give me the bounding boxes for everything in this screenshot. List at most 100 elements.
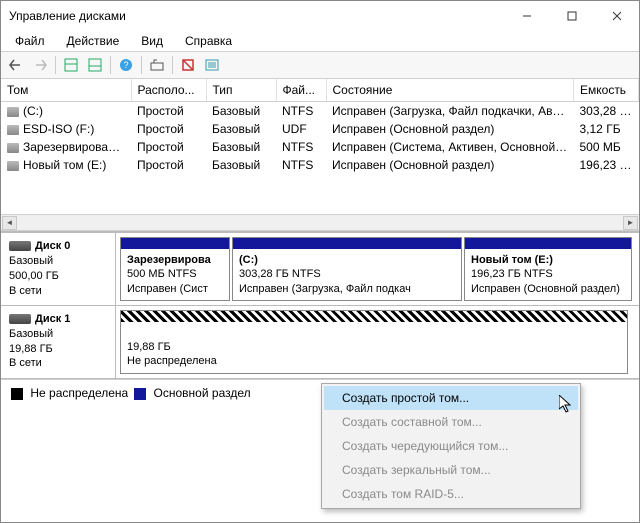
table-header-row: Том Располо... Тип Фай... Состояние Емко… xyxy=(1,79,639,102)
ctx-create-simple-volume[interactable]: Создать простой том... xyxy=(324,386,578,410)
partition-title: Зарезервирова xyxy=(127,254,211,266)
cell-type: Базовый xyxy=(206,138,276,156)
cell-layout: Простой xyxy=(131,138,206,156)
cell-layout: Простой xyxy=(131,102,206,121)
partitions: 19,88 ГБ Не распределена xyxy=(116,306,639,378)
disk-info[interactable]: Диск 1Базовый19,88 ГБВ сети xyxy=(1,306,116,378)
col-status[interactable]: Состояние xyxy=(326,79,574,102)
partition-size: 196,23 ГБ NTFS xyxy=(471,268,553,280)
disk-state: В сети xyxy=(9,356,107,371)
forward-button[interactable] xyxy=(29,54,51,76)
menu-help[interactable]: Справка xyxy=(175,32,242,50)
back-button[interactable] xyxy=(5,54,27,76)
partition-primary[interactable]: (C:)303,28 ГБ NTFSИсправен (Загрузка, Фа… xyxy=(232,237,462,301)
menu-view[interactable]: Вид xyxy=(131,32,173,50)
maximize-button[interactable] xyxy=(549,1,594,31)
disk-icon xyxy=(9,314,31,324)
table-row[interactable]: Новый том (E:)ПростойБазовыйNTFSИсправен… xyxy=(1,156,639,174)
scroll-right-icon[interactable]: ► xyxy=(623,216,638,230)
toolbar: ? xyxy=(1,51,639,79)
cell-type: Базовый xyxy=(206,120,276,138)
legend-primary: Основной раздел xyxy=(134,386,250,400)
col-capacity[interactable]: Емкость xyxy=(574,79,639,102)
volume-name: Зарезервировано... xyxy=(23,140,131,154)
partition-label: 19,88 ГБ Не распределена xyxy=(121,322,627,373)
table-row[interactable]: ESD-ISO (F:)ПростойБазовыйUDFИсправен (О… xyxy=(1,120,639,138)
disk-row: Диск 0Базовый500,00 ГБВ сетиЗарезервиров… xyxy=(1,233,639,306)
cell-volume: Новый том (E:) xyxy=(1,156,131,174)
menu-action[interactable]: Действие xyxy=(57,32,130,50)
disk-type: Базовый xyxy=(9,254,107,269)
partition-stripe-icon xyxy=(121,311,627,322)
partition-primary[interactable]: Зарезервирова500 МБ NTFSИсправен (Сист xyxy=(120,237,230,301)
cell-type: Базовый xyxy=(206,156,276,174)
cell-fs: NTFS xyxy=(276,102,326,121)
partition-unallocated[interactable]: 19,88 ГБ Не распределена xyxy=(120,310,628,374)
partition-size: 19,88 ГБ xyxy=(127,341,171,353)
menu-file[interactable]: Файл xyxy=(5,32,55,50)
partition-size: 500 МБ NTFS xyxy=(127,268,197,280)
partitions: Зарезервирова500 МБ NTFSИсправен (Сист(C… xyxy=(116,233,639,305)
volume-name: Новый том (E:) xyxy=(23,158,106,172)
minimize-button[interactable] xyxy=(504,1,549,31)
disk-icon xyxy=(9,241,31,251)
col-fs[interactable]: Фай... xyxy=(276,79,326,102)
scroll-left-icon[interactable]: ◄ xyxy=(2,216,17,230)
volume-name: (C:) xyxy=(23,104,43,118)
help-button[interactable]: ? xyxy=(115,54,137,76)
cell-volume: (C:) xyxy=(1,102,131,121)
list-button[interactable] xyxy=(201,54,223,76)
ctx-create-mirrored-volume: Создать зеркальный том... xyxy=(324,458,578,482)
view-top-button[interactable] xyxy=(60,54,82,76)
cell-fs: NTFS xyxy=(276,156,326,174)
disk-title: Диск 0 xyxy=(35,240,70,252)
volume-icon xyxy=(7,125,19,135)
col-layout[interactable]: Располо... xyxy=(131,79,206,102)
disk-info[interactable]: Диск 0Базовый500,00 ГБВ сети xyxy=(1,233,116,305)
cell-status: Исправен (Загрузка, Файл подкачки, Авари… xyxy=(326,102,574,121)
partition-status: Исправен (Загрузка, Файл подкач xyxy=(239,283,411,295)
table-row[interactable]: (C:)ПростойБазовыйNTFSИсправен (Загрузка… xyxy=(1,102,639,121)
legend-unallocated-label: Не распределена xyxy=(30,386,128,400)
legend-unallocated: Не распределена xyxy=(11,386,128,400)
partition-label: Новый том (E:) 196,23 ГБ NTFS Исправен (Ос… xyxy=(465,249,631,300)
partition-status: Исправен (Основной раздел) xyxy=(471,283,620,295)
view-bottom-button[interactable] xyxy=(84,54,106,76)
cell-volume: ESD-ISO (F:) xyxy=(1,120,131,138)
partition-size: 303,28 ГБ NTFS xyxy=(239,268,321,280)
cell-capacity: 303,28 ГБ xyxy=(574,102,639,121)
horizontal-scrollbar[interactable]: ◄ ► xyxy=(1,214,639,230)
disk-size: 19,88 ГБ xyxy=(9,342,107,357)
volume-list: Том Располо... Тип Фай... Состояние Емко… xyxy=(1,79,639,231)
table-row[interactable]: Зарезервировано...ПростойБазовыйNTFSИспр… xyxy=(1,138,639,156)
cell-capacity: 500 МБ xyxy=(574,138,639,156)
partition-status: Не распределена xyxy=(127,355,217,367)
cell-layout: Простой xyxy=(131,120,206,138)
cell-status: Исправен (Основной раздел) xyxy=(326,120,574,138)
partition-label: Зарезервирова500 МБ NTFSИсправен (Сист xyxy=(121,249,229,300)
close-button[interactable] xyxy=(594,1,639,31)
partition-title: Новый том (E:) xyxy=(471,254,553,266)
swatch-primary-icon xyxy=(134,388,146,400)
partition-stripe-icon xyxy=(121,238,229,249)
toolbar-sep xyxy=(110,56,111,74)
ctx-create-spanned-volume: Создать составной том... xyxy=(324,410,578,434)
partition-stripe-icon xyxy=(465,238,631,249)
cell-capacity: 196,23 ГБ xyxy=(574,156,639,174)
cell-volume: Зарезервировано... xyxy=(1,138,131,156)
menu-bar: Файл Действие Вид Справка xyxy=(1,31,639,51)
disk-map: Диск 0Базовый500,00 ГБВ сетиЗарезервиров… xyxy=(1,231,639,379)
disk-state: В сети xyxy=(9,284,107,299)
toolbar-sep xyxy=(172,56,173,74)
refresh-button[interactable] xyxy=(177,54,199,76)
cell-fs: NTFS xyxy=(276,138,326,156)
swatch-unallocated-icon xyxy=(11,388,23,400)
ctx-create-striped-volume: Создать чередующийся том... xyxy=(324,434,578,458)
ctx-create-raid5-volume: Создать том RAID-5... xyxy=(324,482,578,506)
partition-primary[interactable]: Новый том (E:) 196,23 ГБ NTFS Исправен (Ос… xyxy=(464,237,632,301)
table-blank xyxy=(1,174,639,214)
col-type[interactable]: Тип xyxy=(206,79,276,102)
volume-name: ESD-ISO (F:) xyxy=(23,122,94,136)
col-volume[interactable]: Том xyxy=(1,79,131,102)
settings-button[interactable] xyxy=(146,54,168,76)
